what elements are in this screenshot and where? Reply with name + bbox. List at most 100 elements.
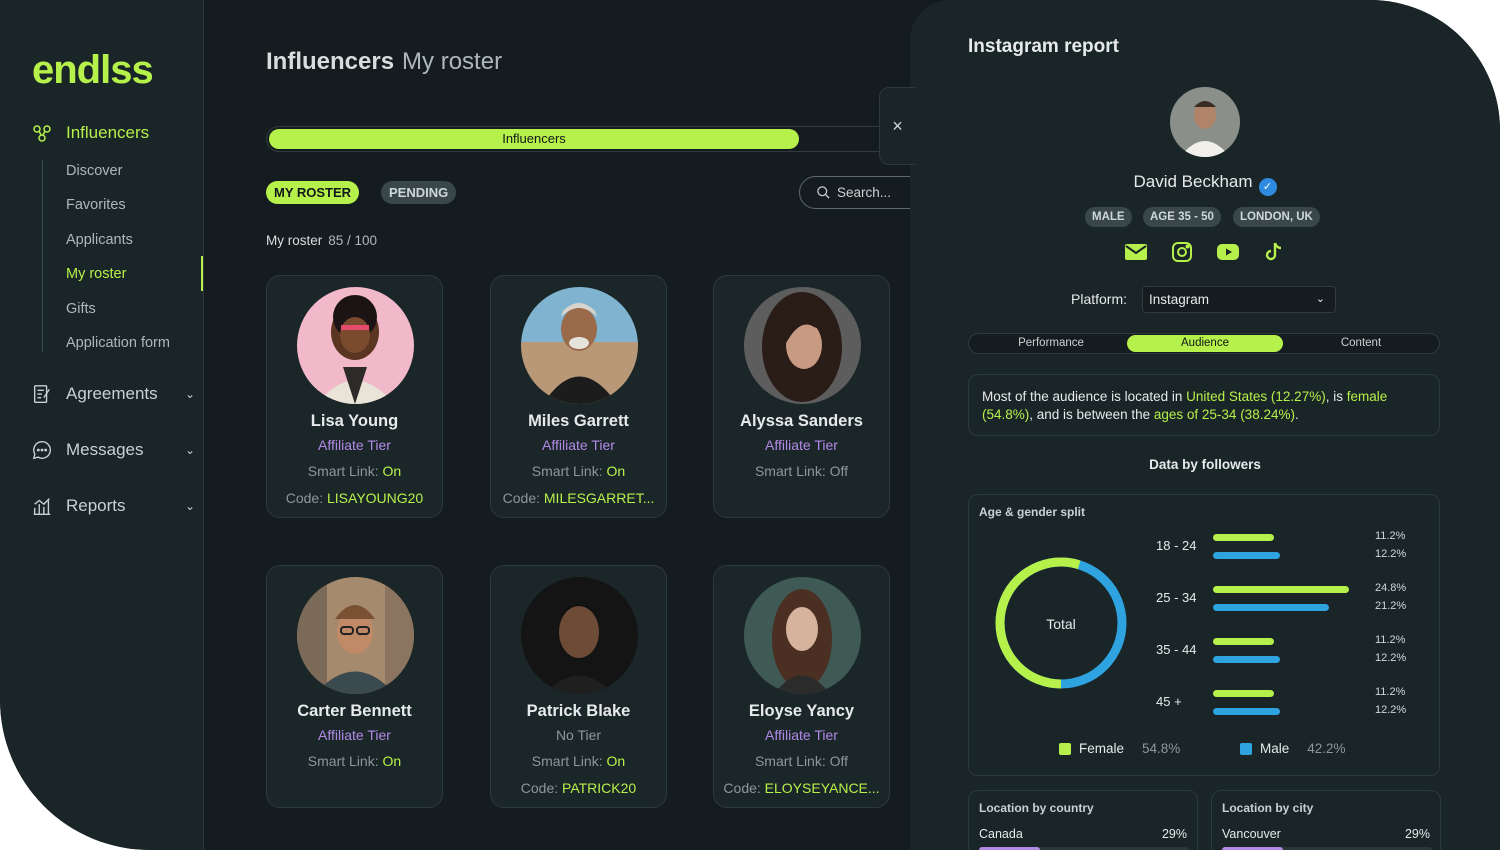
- subnav-gifts[interactable]: Gifts: [66, 301, 96, 317]
- smart-link-label: Smart Link:: [307, 463, 383, 479]
- profile-name-text: David Beckham: [1133, 172, 1253, 191]
- audience-summary: Most of the audience is located in Unite…: [968, 374, 1440, 436]
- avatar: [521, 577, 638, 694]
- pct-female: 24.8%: [1375, 582, 1407, 594]
- age-label: 45 +: [1156, 694, 1182, 709]
- summary-text: Most of the audience is located in: [982, 389, 1187, 404]
- code-value: PATRICK20: [562, 780, 637, 796]
- search-placeholder: Search...: [837, 185, 892, 200]
- legend-pct: 42.2%: [1307, 741, 1346, 756]
- youtube-icon[interactable]: [1216, 240, 1240, 264]
- smart-link-label: Smart Link:: [531, 753, 607, 769]
- tab-influencers[interactable]: Influencers: [269, 129, 799, 149]
- age-gender-title: Age & gender split: [979, 505, 1086, 519]
- code-label: Code:: [502, 490, 544, 506]
- affiliate-code: Code: ELOYSEYANCE...: [714, 780, 889, 796]
- influencer-name: Miles Garrett: [528, 412, 629, 430]
- influencers-icon: [30, 121, 54, 145]
- page-title-main: Influencers: [266, 48, 395, 75]
- tab-performance[interactable]: Performance: [973, 335, 1129, 352]
- location-row: Vancouver 29%: [1222, 827, 1430, 841]
- subnav-application-form[interactable]: Application form: [66, 335, 170, 351]
- mail-icon[interactable]: [1124, 240, 1148, 264]
- influencer-card[interactable]: Alyssa Sanders Affiliate Tier Smart Link…: [713, 275, 890, 518]
- subnav-favorites[interactable]: Favorites: [66, 197, 126, 213]
- pct-male: 12.2%: [1375, 548, 1407, 560]
- subnav-my-roster[interactable]: My roster: [66, 266, 126, 282]
- legend-male: Male 42.2%: [1240, 741, 1346, 756]
- report-tabs: Performance Audience Content: [968, 333, 1440, 354]
- influencer-card[interactable]: Patrick Blake No Tier Smart Link: On Cod…: [490, 565, 667, 808]
- influencer-card[interactable]: Lisa Young Affiliate Tier Smart Link: On…: [266, 275, 443, 518]
- smart-link-status: Smart Link: On: [491, 753, 666, 769]
- instagram-icon[interactable]: [1170, 240, 1194, 264]
- avatar: [521, 287, 638, 404]
- chevron-down-icon: ⌄: [184, 443, 195, 457]
- age-label: 35 - 44: [1156, 642, 1197, 657]
- influencer-card[interactable]: Miles Garrett Affiliate Tier Smart Link:…: [490, 275, 667, 518]
- bar-male: [1213, 604, 1329, 611]
- smart-link-status: Smart Link: On: [267, 463, 442, 479]
- donut-label: Total: [1046, 616, 1076, 632]
- close-panel-button[interactable]: ×: [879, 87, 915, 165]
- influencer-name: Carter Bennett: [297, 702, 412, 720]
- subnav-applicants[interactable]: Applicants: [66, 232, 133, 248]
- location-country-title: Location by country: [979, 801, 1094, 815]
- location-name: Vancouver: [1222, 827, 1281, 841]
- roster-label: My roster: [266, 233, 323, 248]
- chevron-down-icon: ⌄: [1315, 293, 1325, 305]
- nav-reports-label: Reports: [66, 496, 126, 515]
- smart-link-status: Smart Link: Off: [714, 463, 889, 479]
- subnav-discover[interactable]: Discover: [66, 163, 122, 179]
- nav-influencers[interactable]: Influencers: [30, 121, 195, 145]
- age-label: 25 - 34: [1156, 590, 1197, 605]
- smart-link-value: Off: [829, 753, 849, 769]
- legend-label: Male: [1260, 741, 1290, 756]
- avatar: [744, 287, 861, 404]
- smart-link-value: On: [382, 753, 402, 769]
- chevron-down-icon: ⌄: [184, 387, 195, 401]
- location-pct: 29%: [1161, 827, 1187, 841]
- smart-link-label: Smart Link:: [531, 463, 607, 479]
- pct-male: 12.2%: [1375, 704, 1407, 716]
- filter-my-roster[interactable]: MY ROSTER: [266, 181, 360, 204]
- page-title-sub: My roster: [402, 48, 503, 75]
- smart-link-value: On: [606, 463, 626, 479]
- tab-audience[interactable]: Audience: [1127, 335, 1283, 352]
- influencer-card[interactable]: Carter Bennett Affiliate Tier Smart Link…: [266, 565, 443, 808]
- roster-count-value: 85 / 100: [328, 233, 378, 248]
- influencer-name: Lisa Young: [310, 412, 399, 430]
- code-value: ELOYSEYANCE...: [764, 780, 880, 796]
- social-links: [1124, 240, 1286, 264]
- smart-link-status: Smart Link: On: [267, 753, 442, 769]
- avatar: [297, 577, 414, 694]
- pct-male: 21.2%: [1375, 600, 1407, 612]
- smart-link-value: Off: [829, 463, 849, 479]
- code-value: LISAYOUNG20: [327, 490, 424, 506]
- legend-label: Female: [1079, 741, 1125, 756]
- tiktok-icon[interactable]: [1262, 240, 1286, 264]
- nav-agreements[interactable]: Agreements ⌄: [30, 382, 195, 406]
- legend-female: Female 54.8%: [1059, 741, 1180, 756]
- section-title: Data by followers: [1149, 457, 1261, 472]
- pct-female: 11.2%: [1375, 530, 1406, 542]
- location-row: Canada 29%: [979, 827, 1187, 841]
- affiliate-code: Code: MILESGARRET...: [491, 490, 666, 506]
- age-gender-card: Age & gender split Total 18 - 24 11.2% 1…: [968, 494, 1440, 776]
- logo: endlss: [32, 48, 154, 92]
- nav-reports[interactable]: Reports ⌄: [30, 494, 195, 518]
- reports-icon: [30, 494, 54, 518]
- smart-link-label: Smart Link:: [754, 463, 830, 479]
- nav-messages[interactable]: Messages ⌄: [30, 438, 195, 462]
- smart-link-label: Smart Link:: [307, 753, 383, 769]
- platform-select[interactable]: Instagram ⌄: [1142, 286, 1336, 313]
- filter-pending[interactable]: PENDING: [381, 181, 457, 204]
- influencer-tier: Affiliate Tier: [542, 437, 615, 453]
- legend-swatch-male: [1240, 742, 1252, 755]
- tab-content[interactable]: Content: [1283, 335, 1439, 352]
- influencer-card[interactable]: Eloyse Yancy Affiliate Tier Smart Link: …: [713, 565, 890, 808]
- chevron-down-icon: ⌄: [184, 499, 195, 513]
- bar-male: [1213, 552, 1280, 559]
- smart-link-value: On: [382, 463, 402, 479]
- bar-female: [1213, 534, 1274, 541]
